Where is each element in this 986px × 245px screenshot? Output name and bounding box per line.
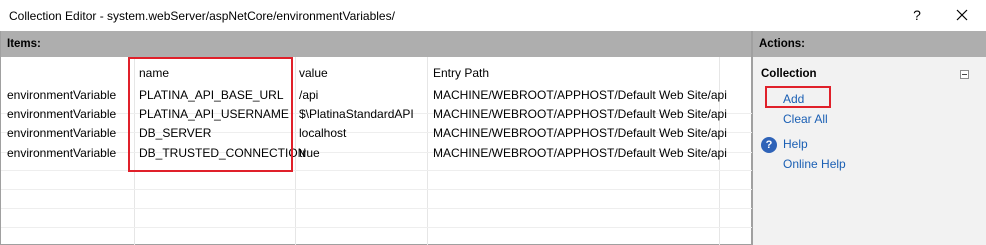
title-bar: Collection Editor - system.webServer/asp… (0, 0, 986, 31)
row-type: environmentVariable (7, 107, 117, 121)
items-header: Items: (1, 31, 751, 57)
name-column-highlight (128, 57, 293, 172)
collapse-icon[interactable] (960, 70, 969, 79)
row-divider (1, 208, 753, 209)
add-highlight (765, 86, 831, 108)
row-entry-path: MACHINE/WEBROOT/APPHOST/Default Web Site… (433, 126, 727, 140)
help-button[interactable]: ? (906, 5, 928, 25)
row-divider (1, 170, 753, 171)
row-type: environmentVariable (7, 88, 117, 102)
window-title: Collection Editor - system.webServer/asp… (9, 9, 395, 23)
column-header-entry-path[interactable]: Entry Path (433, 66, 489, 80)
row-entry-path: MACHINE/WEBROOT/APPHOST/Default Web Site… (433, 88, 727, 102)
row-type: environmentVariable (7, 146, 117, 160)
column-divider[interactable] (427, 57, 428, 245)
actions-header: Actions: (753, 31, 986, 57)
items-grid[interactable]: name value Entry Path environmentVariabl… (1, 57, 753, 245)
row-value: localhost (299, 126, 347, 140)
actions-panel: Actions: Collection Add Clear All ? Help… (752, 31, 986, 245)
row-type: environmentVariable (7, 126, 117, 140)
help-link[interactable]: Help (783, 137, 808, 151)
help-icon: ? (761, 137, 777, 153)
row-value: true (299, 146, 320, 160)
items-panel: Items: name value Entry Path environment… (0, 31, 753, 245)
row-divider (1, 189, 753, 190)
row-entry-path: MACHINE/WEBROOT/APPHOST/Default Web Site… (433, 146, 727, 160)
clear-all-link[interactable]: Clear All (783, 112, 828, 126)
row-value: $\PlatinaStandardAPI (299, 107, 414, 121)
online-help-link[interactable]: Online Help (783, 157, 846, 171)
column-header-value[interactable]: value (299, 66, 328, 80)
collection-section-title: Collection (761, 68, 817, 80)
row-entry-path: MACHINE/WEBROOT/APPHOST/Default Web Site… (433, 107, 727, 121)
row-divider (1, 227, 753, 228)
row-value: /api (299, 88, 319, 102)
close-icon (956, 9, 968, 21)
collection-section-header[interactable]: Collection (753, 61, 985, 83)
close-button[interactable] (950, 4, 974, 26)
